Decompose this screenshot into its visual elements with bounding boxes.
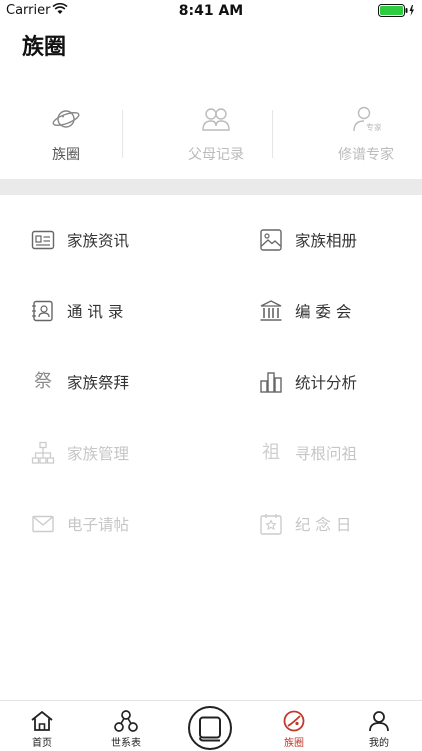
menu-family-management[interactable]: 家族管理 (31, 433, 129, 473)
menu-statistics[interactable]: 统计分析 (259, 362, 357, 402)
nav-clan-circle[interactable]: 族圈 (252, 701, 336, 751)
mail-icon (32, 515, 54, 533)
clan-circle-icon (283, 710, 305, 732)
parents-icon (202, 108, 230, 131)
book-icon (199, 716, 221, 742)
expert-icon: 专家 (353, 106, 381, 132)
page-title: 族圈 (22, 35, 67, 60)
worship-icon: 祭 (34, 371, 52, 392)
tab-parents-record[interactable]: 父母记录 (146, 96, 286, 172)
nav-label: 首页 (32, 738, 52, 749)
menu-memorial-day[interactable]: 纪 念 日 (259, 504, 351, 544)
planet-icon (52, 110, 80, 128)
person-icon (369, 711, 389, 732)
menu-e-invitation[interactable]: 电子请帖 (31, 504, 129, 544)
menu-label: 统计分析 (295, 374, 358, 392)
section-divider (0, 179, 422, 195)
clock: 8:41 AM (178, 3, 244, 19)
nav-label: 我的 (369, 738, 389, 749)
menu-seek-roots[interactable]: 祖 寻根问祖 (259, 433, 357, 473)
news-card-icon (31, 230, 55, 250)
building-icon (260, 300, 282, 321)
menu-label: 家族相册 (295, 232, 358, 250)
ancestor-icon: 祖 (262, 442, 280, 463)
battery-icon (378, 4, 414, 17)
bar-stats-icon (260, 372, 282, 393)
menu-label: 编 委 会 (295, 303, 352, 321)
tab-label: 修谱专家 (338, 147, 394, 163)
top-tabs: 族圈 父母记录 专家 修谱专家 (0, 96, 422, 172)
menu-label: 纪 念 日 (295, 516, 352, 534)
nav-home[interactable]: 首页 (0, 701, 84, 751)
calendar-star-icon (260, 514, 282, 535)
tree-nodes-icon (114, 710, 138, 732)
nav-label: 族圈 (284, 738, 304, 749)
contacts-icon (32, 300, 53, 322)
nav-mine[interactable]: 我的 (337, 701, 421, 751)
tab-divider (272, 110, 273, 158)
menu-label: 通 讯 录 (67, 303, 124, 321)
menu-editorial-board[interactable]: 编 委 会 (259, 291, 351, 331)
photo-album-icon (260, 229, 282, 251)
menu-contacts[interactable]: 通 讯 录 (31, 291, 123, 331)
tab-divider (122, 110, 123, 158)
menu-family-worship[interactable]: 祭 家族祭拜 (31, 362, 129, 402)
tab-label: 族圈 (52, 147, 80, 163)
nav-lineage-table[interactable]: 世系表 (84, 701, 168, 751)
svg-text:专家: 专家 (366, 122, 381, 132)
home-icon (31, 710, 53, 731)
nav-label: 世系表 (111, 738, 141, 749)
menu-label: 寻根问祖 (295, 445, 358, 463)
menu-label: 家族资讯 (67, 232, 130, 250)
menu-label: 家族祭拜 (67, 374, 130, 392)
menu-label: 电子请帖 (67, 516, 130, 534)
status-bar: Carrier 8:41 AM (0, 0, 422, 22)
tab-genealogy-expert[interactable]: 专家 修谱专家 (296, 96, 422, 172)
org-chart-icon (31, 441, 55, 464)
center-book-button[interactable] (188, 706, 232, 750)
tab-clan-circle[interactable]: 族圈 (0, 96, 136, 172)
tab-label: 父母记录 (188, 147, 244, 163)
menu-family-album[interactable]: 家族相册 (259, 220, 357, 260)
menu-label: 家族管理 (67, 445, 130, 463)
menu-family-news[interactable]: 家族资讯 (31, 220, 129, 260)
